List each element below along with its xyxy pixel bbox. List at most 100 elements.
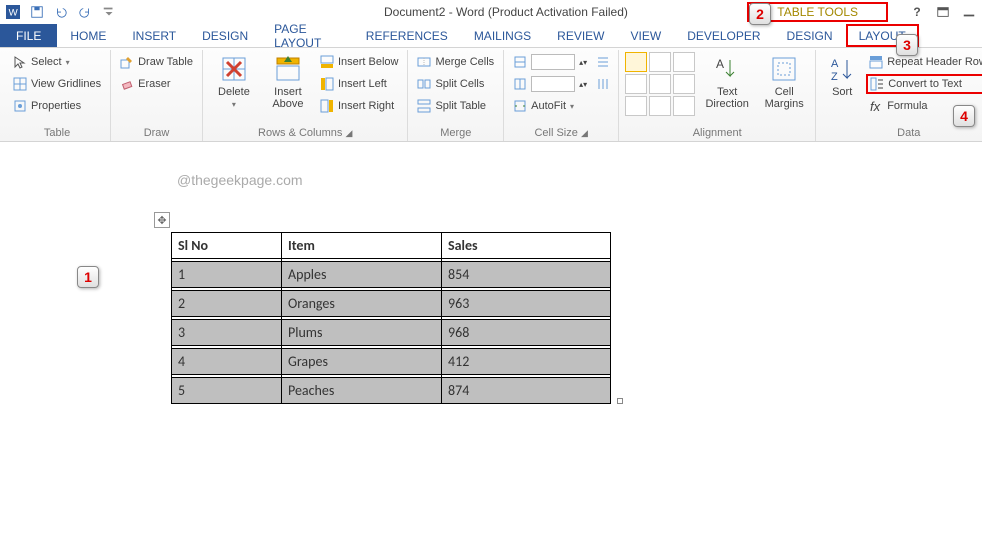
minimize-icon[interactable] [960, 3, 978, 21]
align-mid-left[interactable] [625, 74, 647, 94]
convert-to-text-label: Convert to Text [888, 78, 962, 90]
table-cell[interactable]: 874 [442, 378, 611, 404]
align-bot-left[interactable] [625, 96, 647, 116]
align-top-right[interactable] [673, 52, 695, 72]
align-bot-center[interactable] [649, 96, 671, 116]
split-table-button[interactable]: Split Table [414, 96, 497, 116]
help-icon[interactable]: ? [908, 3, 926, 21]
insert-below-button[interactable]: Insert Below [317, 52, 402, 72]
col-width-input[interactable]: ▴▾ [510, 74, 590, 94]
titlebar: W Document2 - Word (Product Activation F… [0, 0, 982, 24]
table-cell[interactable]: 3 [172, 320, 282, 346]
table-cell[interactable]: 854 [442, 262, 611, 288]
document-table[interactable]: Sl No Item Sales 1Apples854 2Oranges963 … [171, 232, 611, 404]
group-label-cell-size: Cell Size ◢ [510, 125, 612, 141]
sort-button[interactable]: AZSort [822, 52, 862, 100]
undo-icon[interactable] [52, 3, 70, 21]
table-row[interactable]: 1Apples854 [172, 262, 611, 288]
svg-text:fx: fx [870, 99, 881, 113]
cell-margins-button[interactable]: Cell Margins [759, 52, 809, 112]
view-gridlines-button[interactable]: View Gridlines [10, 74, 104, 94]
align-top-left[interactable] [625, 52, 647, 72]
table-row[interactable]: 2Oranges963 [172, 291, 611, 317]
annotation-badge-1: 1 [77, 266, 99, 288]
convert-to-text-button[interactable]: Convert to Text [866, 74, 982, 94]
align-mid-right[interactable] [673, 74, 695, 94]
convert-to-text-icon [870, 77, 884, 91]
table-cell[interactable]: Apples [282, 262, 442, 288]
table-cell[interactable]: Oranges [282, 291, 442, 317]
table-cell[interactable]: 1 [172, 262, 282, 288]
ribbon-display-options-icon[interactable] [934, 3, 952, 21]
distribute-cols-button[interactable] [594, 74, 612, 94]
tab-developer[interactable]: DEVELOPER [674, 24, 773, 47]
alignment-grid [625, 52, 695, 116]
table-cell[interactable]: 963 [442, 291, 611, 317]
tab-home[interactable]: HOME [57, 24, 119, 47]
table-cell[interactable]: 5 [172, 378, 282, 404]
table-cell[interactable]: 2 [172, 291, 282, 317]
row-height-input[interactable]: ▴▾ [510, 52, 590, 72]
ribbon-group-cell-size: ▴▾ ▴▾ AutoFit▾ Cell Size ◢ [504, 50, 619, 141]
table-cell[interactable]: 412 [442, 349, 611, 375]
draw-table-label: Draw Table [138, 56, 193, 68]
table-resize-handle-icon[interactable] [617, 398, 623, 404]
properties-label: Properties [31, 100, 81, 112]
split-cells-label: Split Cells [435, 78, 484, 90]
eraser-button[interactable]: Eraser [117, 74, 196, 94]
tab-design[interactable]: DESIGN [189, 24, 261, 47]
pencil-table-icon [120, 55, 134, 69]
table-header-cell[interactable]: Sl No [172, 233, 282, 259]
distribute-rows-button[interactable] [594, 52, 612, 72]
align-top-center[interactable] [649, 52, 671, 72]
repeat-header-rows-button[interactable]: Repeat Header Rows [866, 52, 982, 72]
split-table-icon [417, 99, 431, 113]
table-cell[interactable]: Peaches [282, 378, 442, 404]
select-button[interactable]: Select▾ [10, 52, 104, 72]
tab-references[interactable]: REFERENCES [353, 24, 461, 47]
table-cell[interactable]: Grapes [282, 349, 442, 375]
cell-size-dialog-launcher-icon[interactable]: ◢ [581, 128, 588, 138]
autofit-button[interactable]: AutoFit▾ [510, 96, 590, 116]
table-cell[interactable]: Plums [282, 320, 442, 346]
insert-left-button[interactable]: Insert Left [317, 74, 402, 94]
rows-cols-dialog-launcher-icon[interactable]: ◢ [345, 128, 352, 138]
tab-table-design[interactable]: DESIGN [774, 24, 846, 47]
tab-mailings[interactable]: MAILINGS [461, 24, 544, 47]
redo-icon[interactable] [76, 3, 94, 21]
table-cell[interactable]: 968 [442, 320, 611, 346]
save-icon[interactable] [28, 3, 46, 21]
split-table-label: Split Table [435, 100, 486, 112]
table-row[interactable]: 3Plums968 [172, 320, 611, 346]
autofit-icon [513, 99, 527, 113]
table-cell[interactable]: 4 [172, 349, 282, 375]
ribbon: Select▾ View Gridlines Properties Table … [0, 48, 982, 142]
tab-file[interactable]: FILE [0, 24, 57, 47]
table-row[interactable]: 4Grapes412 [172, 349, 611, 375]
properties-button[interactable]: Properties [10, 96, 104, 116]
insert-right-button[interactable]: Insert Right [317, 96, 402, 116]
draw-table-button[interactable]: Draw Table [117, 52, 196, 72]
align-mid-center[interactable] [649, 74, 671, 94]
sort-icon: AZ [827, 54, 857, 84]
tab-view[interactable]: VIEW [618, 24, 675, 47]
delete-button[interactable]: Delete▾ [209, 52, 259, 111]
window-title: Document2 - Word (Product Activation Fai… [384, 5, 628, 19]
merge-cells-button[interactable]: Merge Cells [414, 52, 497, 72]
align-bot-right[interactable] [673, 96, 695, 116]
insert-left-icon [320, 77, 334, 91]
tab-page-layout[interactable]: PAGE LAYOUT [261, 24, 353, 47]
table-row[interactable]: 5Peaches874 [172, 378, 611, 404]
document-area: @thegeekpage.com ✥ Sl No Item Sales 1App… [0, 142, 982, 534]
insert-above-button[interactable]: Insert Above [263, 52, 313, 112]
split-cells-button[interactable]: Split Cells [414, 74, 497, 94]
table-header-cell[interactable]: Item [282, 233, 442, 259]
table-header-cell[interactable]: Sales [442, 233, 611, 259]
gridlines-icon [13, 77, 27, 91]
tab-review[interactable]: REVIEW [544, 24, 617, 47]
text-direction-button[interactable]: AText Direction [699, 52, 755, 112]
table-move-handle-icon[interactable]: ✥ [154, 212, 170, 228]
tab-insert[interactable]: INSERT [119, 24, 189, 47]
table-header-row[interactable]: Sl No Item Sales [172, 233, 611, 259]
qat-customize-icon[interactable] [100, 3, 118, 21]
